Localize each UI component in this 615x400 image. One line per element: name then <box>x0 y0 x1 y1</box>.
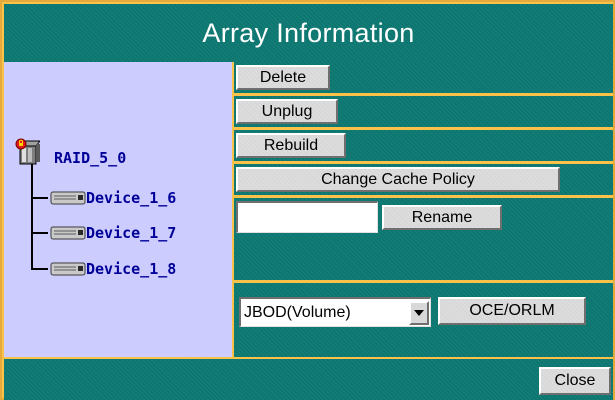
unplug-button[interactable]: Unplug <box>236 99 338 124</box>
rebuild-row: Rebuild <box>234 130 613 161</box>
footer-bar: Close <box>4 357 613 400</box>
tree-node-array[interactable]: RAID_5_0 <box>54 149 126 167</box>
action-panel: Delete Unplug Rebuild Change Cache Polic… <box>234 62 613 357</box>
disk-drive-icon <box>50 225 86 241</box>
tree-node-device[interactable]: Device_1_7 <box>86 224 176 242</box>
array-tree-panel: RAID_5_0 Device_1_6 Device_1_7 Device_1_… <box>4 62 234 357</box>
change-cache-policy-button[interactable]: Change Cache Policy <box>236 167 560 192</box>
tree-connector-lines <box>31 164 48 270</box>
delete-row: Delete <box>234 62 613 93</box>
array-information-dialog: Array Information RAID_5_0 Device_1_6 De… <box>0 0 615 400</box>
rename-button[interactable]: Rename <box>382 205 502 230</box>
chevron-down-icon[interactable] <box>409 300 429 325</box>
rename-input[interactable] <box>236 201 378 233</box>
disk-drive-icon <box>50 261 86 277</box>
dialog-title: Array Information <box>202 17 415 48</box>
disk-drive-icon <box>50 190 86 206</box>
cache-policy-row: Change Cache Policy <box>234 164 613 195</box>
array-type-selected-value: JBOD(Volume) <box>244 303 351 321</box>
unplug-row: Unplug <box>234 96 613 127</box>
tree-node-device[interactable]: Device_1_6 <box>86 189 176 207</box>
oce-orlm-button[interactable]: OCE/ORLM <box>438 297 586 325</box>
locked-array-icon <box>14 138 42 166</box>
array-type-row: JBOD(Volume) OCE/ORLM <box>234 283 613 357</box>
array-type-select[interactable]: JBOD(Volume) <box>239 297 431 327</box>
close-button[interactable]: Close <box>539 367 611 395</box>
delete-button[interactable]: Delete <box>236 65 330 90</box>
title-bar: Array Information <box>4 4 613 64</box>
tree-node-device[interactable]: Device_1_8 <box>86 260 176 278</box>
rebuild-button[interactable]: Rebuild <box>236 133 346 158</box>
rename-row: Rename <box>234 198 613 280</box>
